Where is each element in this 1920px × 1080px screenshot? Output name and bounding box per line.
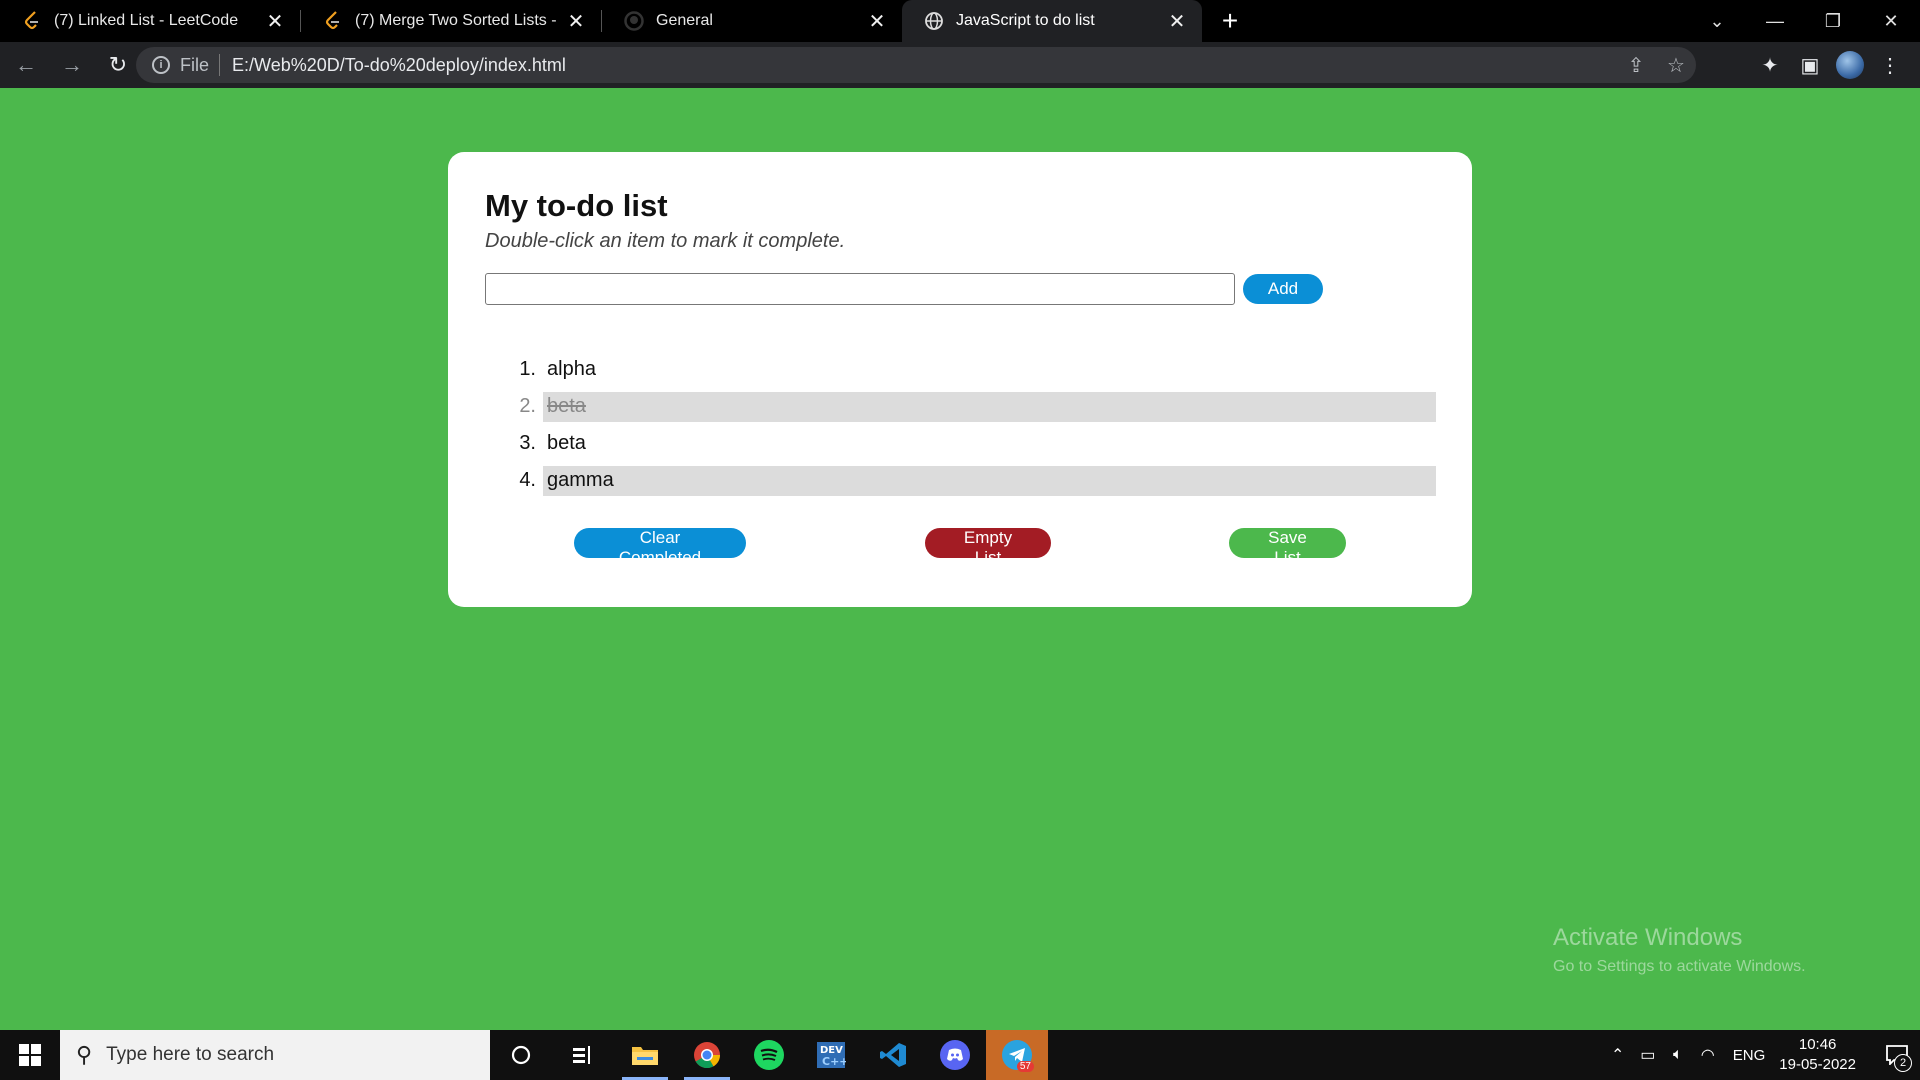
url-text: E:/Web%20D/To-do%20deploy/index.html [232, 54, 566, 75]
discord-icon[interactable] [924, 1030, 986, 1080]
notification-count: 2 [1894, 1054, 1912, 1072]
url-separator [219, 54, 221, 76]
cortana-icon[interactable] [490, 1030, 552, 1080]
watermark-line-1: Activate Windows [1553, 924, 1743, 951]
tab-general[interactable]: General ✕ [602, 0, 902, 42]
address-bar[interactable]: i File E:/Web%20D/To-do%20deploy/index.h… [136, 47, 1696, 83]
tab-search-chevron-icon[interactable]: ⌄ [1688, 0, 1746, 42]
bookmark-star-icon[interactable]: ☆ [1656, 53, 1696, 78]
system-tray: ⌃ ▭ 🔈︎ ◠ ENG 10:46 19-05-2022 2 [1603, 1030, 1920, 1080]
list-item[interactable]: 4. gamma [512, 462, 1436, 499]
taskbar: ⚲ Type here to search DEVC++ 57 ⌃ ▭ 🔈︎ [0, 1030, 1920, 1080]
item-number: 1. [519, 358, 536, 380]
omnibox-actions: ⇪ ☆ [1616, 47, 1696, 83]
tab-title: JavaScript to do list [956, 12, 1095, 29]
item-text: gamma [543, 465, 1436, 496]
tab-linked-list[interactable]: (7) Linked List - LeetCode ✕ [0, 0, 300, 42]
restore-icon[interactable]: ❐ [1804, 0, 1862, 42]
item-number: 3. [519, 432, 536, 454]
battery-icon[interactable]: ▭ [1633, 1045, 1663, 1065]
share-icon[interactable]: ⇪ [1616, 53, 1656, 78]
spotify-icon[interactable] [738, 1030, 800, 1080]
tab-title: General [656, 12, 713, 29]
close-icon[interactable]: ✕ [565, 10, 587, 33]
close-window-icon[interactable]: ✕ [1862, 0, 1920, 42]
notification-center-icon[interactable]: 2 [1874, 1030, 1920, 1080]
reload-icon[interactable]: ↻ [98, 45, 138, 85]
new-tab-plus-icon[interactable]: + [1210, 0, 1250, 42]
profile-avatar[interactable] [1836, 51, 1864, 79]
close-icon[interactable]: ✕ [1166, 10, 1188, 33]
tab-javascript-to-do-list[interactable]: JavaScript to do list ✕ [902, 0, 1202, 42]
window-controls: ⌄ — ❐ ✕ [1688, 0, 1920, 42]
item-number: 2. [519, 395, 536, 417]
page-subtitle: Double-click an item to mark it complete… [485, 230, 846, 252]
windows-logo-icon [19, 1044, 41, 1066]
wifi-icon[interactable]: ◠ [1693, 1045, 1723, 1065]
clear-completed-button[interactable]: Clear Completed [574, 528, 746, 567]
item-number: 4. [519, 469, 536, 491]
telegram-badge: 57 [1016, 1061, 1034, 1072]
add-button[interactable]: Add [1243, 274, 1323, 304]
chrome-icon[interactable] [676, 1030, 738, 1080]
empty-list-button[interactable]: Empty List [925, 528, 1051, 567]
github-icon [624, 11, 644, 31]
list-item[interactable]: 3. beta [512, 425, 1436, 462]
leetcode-icon [323, 11, 343, 31]
file-explorer-icon[interactable] [614, 1030, 676, 1080]
action-buttons: Clear Completed Empty List Save List [448, 528, 1472, 567]
item-text: beta [547, 432, 586, 454]
browser-toolbar: ← → ↻ i File E:/Web%20D/To-do%20deploy/i… [0, 42, 1920, 88]
menu-kebab-icon[interactable]: ⋮ [1870, 45, 1910, 85]
leetcode-icon [22, 11, 42, 31]
vscode-icon[interactable] [862, 1030, 924, 1080]
toolbar-right: ✦ ▣ ⋮ [1750, 45, 1910, 85]
new-item-input[interactable] [485, 273, 1235, 305]
telegram-icon[interactable]: 57 [986, 1030, 1048, 1080]
task-view-icon[interactable] [552, 1030, 614, 1080]
svg-text:C++: C++ [822, 1055, 846, 1068]
url-scheme: File [180, 54, 210, 75]
forward-arrow-icon[interactable]: → [52, 45, 92, 85]
globe-icon [924, 11, 944, 31]
clock-date: 19-05-2022 [1779, 1056, 1856, 1073]
tab-strip: (7) Linked List - LeetCode ✕ (7) Merge T… [0, 0, 1920, 42]
tab-title: (7) Merge Two Sorted Lists - Leet [355, 12, 557, 29]
clock[interactable]: 10:46 19-05-2022 [1779, 1035, 1856, 1075]
search-placeholder: Type here to search [106, 1044, 275, 1065]
minimize-icon[interactable]: — [1746, 0, 1804, 42]
close-icon[interactable]: ✕ [264, 10, 286, 33]
extensions-puzzle-icon[interactable]: ✦ [1750, 45, 1790, 85]
info-icon[interactable]: i [152, 56, 170, 74]
list-item-completed[interactable]: 2. beta [512, 388, 1436, 425]
back-arrow-icon[interactable]: ← [6, 45, 46, 85]
tab-title: (7) Linked List - LeetCode [54, 12, 239, 29]
todo-list: 1. alpha 2. beta 3. beta 4. gamma [512, 351, 1436, 499]
list-item[interactable]: 1. alpha [512, 351, 1436, 388]
tab-merge-two-sorted-lists[interactable]: (7) Merge Two Sorted Lists - Leet ✕ [301, 0, 601, 42]
save-list-button[interactable]: Save List [1229, 528, 1346, 567]
watermark-line-2: Go to Settings to activate Windows. [1553, 958, 1806, 975]
page-title: My to-do list [485, 188, 668, 223]
item-text: beta [543, 391, 1436, 422]
close-icon[interactable]: ✕ [866, 10, 888, 33]
volume-icon[interactable]: 🔈︎ [1663, 1046, 1693, 1064]
search-icon: ⚲ [76, 1042, 93, 1067]
taskbar-search[interactable]: ⚲ Type here to search [60, 1030, 490, 1080]
item-text: alpha [547, 358, 596, 380]
language-indicator[interactable]: ENG [1733, 1047, 1766, 1064]
show-hidden-icons-chevron-up-icon[interactable]: ⌃ [1603, 1045, 1633, 1065]
devc-plus-plus-icon[interactable]: DEV C++ [800, 1030, 862, 1080]
add-item-row: Add [485, 273, 1436, 305]
todo-card: My to-do list Double-click an item to ma… [448, 152, 1472, 607]
side-panel-icon[interactable]: ▣ [1790, 45, 1830, 85]
clock-time: 10:46 [1798, 1036, 1837, 1053]
start-button[interactable] [0, 1030, 60, 1080]
activation-watermark: Activate Windows Go to Settings to activ… [1553, 924, 1806, 976]
